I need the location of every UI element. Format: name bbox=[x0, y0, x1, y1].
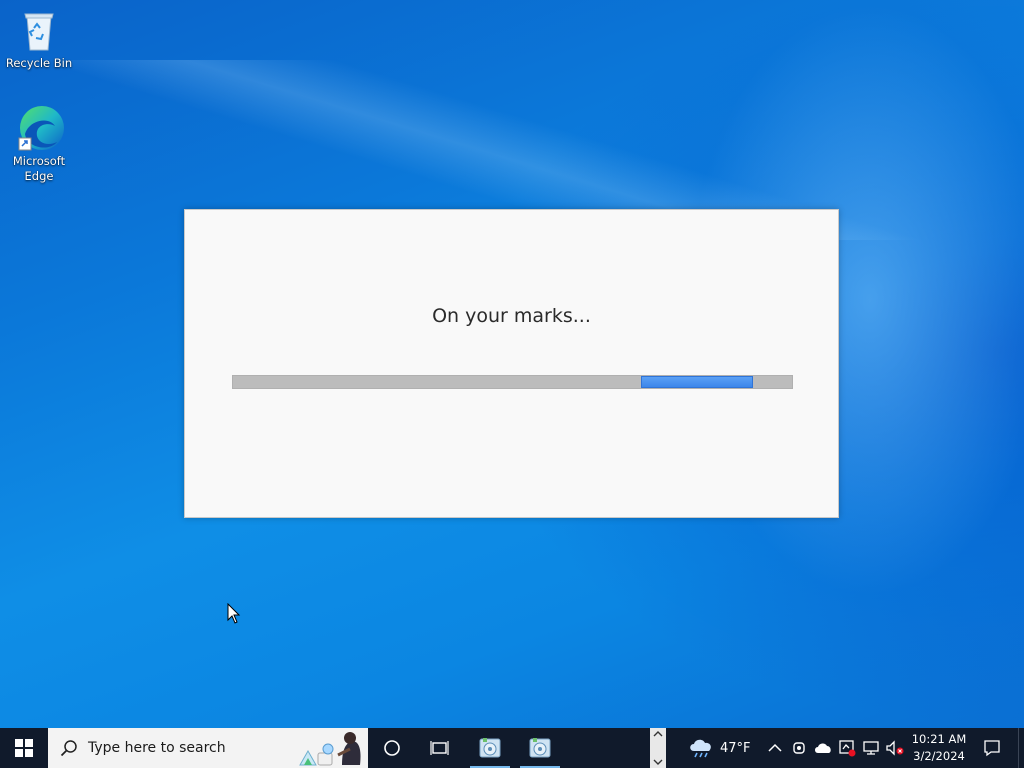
clock-time: 10:21 AM bbox=[911, 732, 967, 746]
tray-network[interactable] bbox=[859, 728, 883, 768]
progress-bar bbox=[232, 375, 793, 389]
meet-now-icon bbox=[793, 742, 805, 754]
start-button[interactable] bbox=[0, 728, 48, 768]
chevron-up-icon bbox=[768, 743, 782, 752]
taskbar: Type here to search 47°F 10:21 AM 3/2/20… bbox=[0, 728, 1024, 768]
cloud-rain-icon bbox=[690, 739, 711, 758]
recycle-bin-shortcut[interactable]: Recycle Bin bbox=[1, 6, 77, 71]
network-icon bbox=[863, 741, 879, 755]
search-placeholder: Type here to search bbox=[88, 740, 226, 756]
recycle-bin-label: Recycle Bin bbox=[5, 56, 73, 70]
task-view-button[interactable] bbox=[416, 728, 464, 768]
onedrive-cloud-icon bbox=[815, 743, 831, 753]
edge-icon bbox=[15, 104, 64, 152]
cortana-circle-icon bbox=[384, 740, 400, 756]
taskbar-app-setup-1[interactable] bbox=[466, 728, 514, 768]
mouse-pointer-icon bbox=[227, 602, 241, 629]
setup-app-icon bbox=[529, 738, 551, 758]
setup-dialog: On your marks... bbox=[184, 209, 839, 518]
edge-label: Microsoft Edge bbox=[12, 154, 66, 183]
taskbar-app-setup-2[interactable] bbox=[516, 728, 564, 768]
clock-date: 3/2/2024 bbox=[913, 749, 965, 763]
notification-icon bbox=[984, 740, 1000, 757]
security-warning-icon bbox=[839, 740, 856, 757]
weather-temperature: 47°F bbox=[720, 740, 751, 756]
tray-security[interactable] bbox=[835, 728, 859, 768]
desktop: Recycle Bin Microsoft Edge On your marks… bbox=[0, 0, 1024, 728]
windows-logo-icon bbox=[15, 739, 33, 757]
weather-widget[interactable]: 47°F bbox=[688, 728, 751, 768]
search-icon bbox=[60, 739, 78, 761]
tray-meet-now[interactable] bbox=[787, 728, 811, 768]
show-hidden-icons-button[interactable] bbox=[763, 728, 787, 768]
status-message: On your marks... bbox=[432, 305, 591, 327]
search-highlight-illustration bbox=[294, 729, 366, 771]
taskbar-overflow-scroller[interactable] bbox=[650, 728, 666, 768]
volume-muted-icon bbox=[886, 740, 904, 756]
progress-indicator bbox=[641, 376, 753, 388]
tray-onedrive[interactable] bbox=[811, 728, 835, 768]
cortana-button[interactable] bbox=[368, 728, 416, 768]
tray-volume[interactable] bbox=[883, 728, 907, 768]
setup-app-icon bbox=[479, 738, 501, 758]
recycle-bin-icon bbox=[15, 6, 63, 54]
chevron-down-icon bbox=[653, 759, 663, 765]
show-desktop-button[interactable] bbox=[1018, 728, 1024, 768]
microsoft-edge-shortcut[interactable]: Microsoft Edge bbox=[1, 104, 77, 184]
search-box[interactable]: Type here to search bbox=[48, 728, 368, 768]
action-center-button[interactable] bbox=[976, 728, 1008, 768]
chevron-up-icon bbox=[653, 731, 663, 737]
task-view-icon bbox=[430, 741, 449, 755]
system-clock[interactable]: 10:21 AM 3/2/2024 bbox=[906, 731, 972, 765]
